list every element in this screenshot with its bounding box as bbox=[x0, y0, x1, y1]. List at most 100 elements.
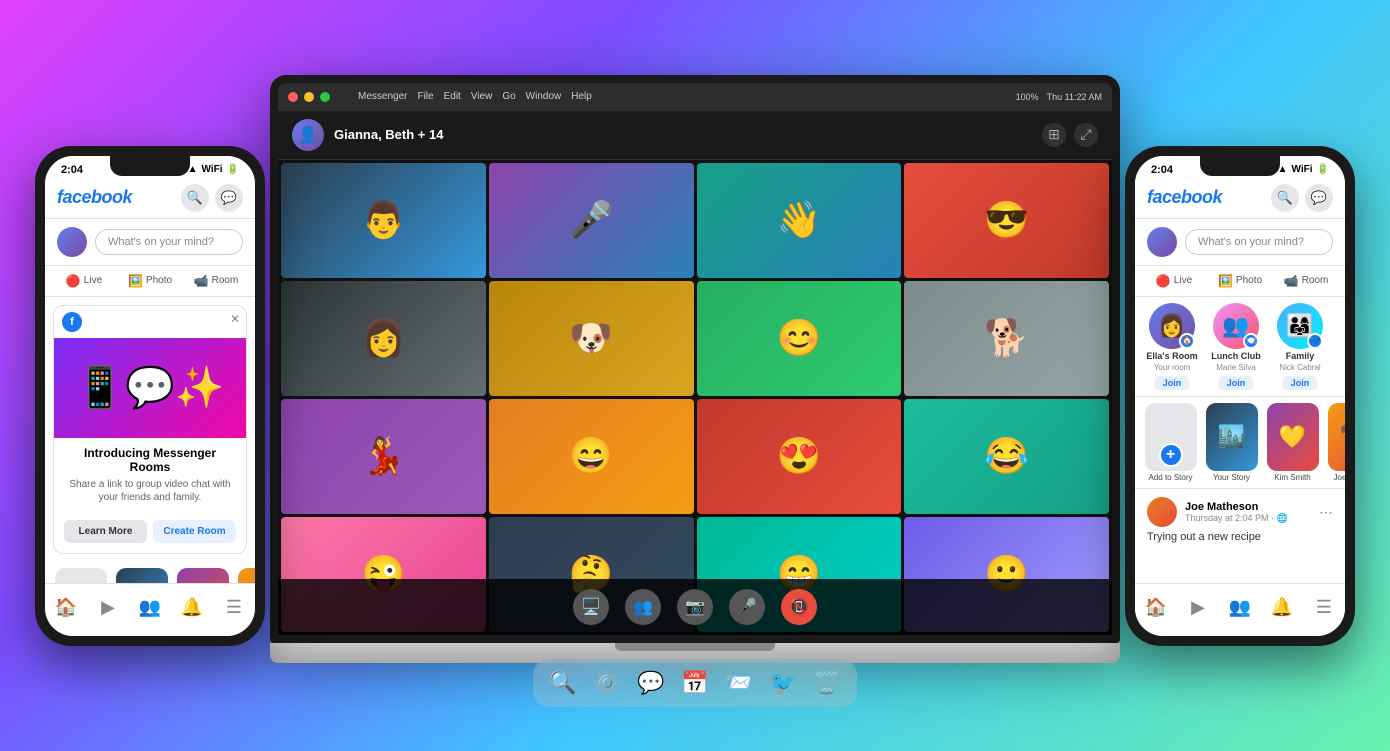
minimize-dot[interactable] bbox=[304, 92, 314, 102]
end-call-btn[interactable]: 📵 bbox=[781, 589, 817, 625]
right-post-author-avatar bbox=[1147, 497, 1177, 527]
screen-share-btn[interactable]: 🖥️ bbox=[573, 589, 609, 625]
room-fullscreen-icon[interactable]: ⤢ bbox=[1074, 123, 1098, 147]
video-grid: 👨 🎤 👋 😎 👩 🐶 😊 🐕 💃 😄 😍 😂 😜 🤔 😁 🙂 bbox=[278, 160, 1112, 635]
right-nav-menu[interactable]: ☰ bbox=[1308, 592, 1340, 624]
right-messenger-icon[interactable]: 💬 bbox=[1305, 184, 1333, 212]
right-post-author-info: Joe Matheson Thursday at 2:04 PM · 🌐 bbox=[1185, 501, 1311, 524]
room-header-icons: ⊞ ⤢ bbox=[1042, 123, 1098, 147]
right-nav-notifications[interactable]: 🔔 bbox=[1266, 592, 1298, 624]
right-story-kim[interactable]: 💛 Kim Smith bbox=[1265, 403, 1320, 483]
camera-btn[interactable]: 📷 bbox=[677, 589, 713, 625]
left-rooms-card-close[interactable]: ✕ bbox=[230, 312, 240, 326]
left-nav-menu[interactable]: ☰ bbox=[218, 592, 250, 624]
left-room-btn[interactable]: 📹 Room bbox=[185, 270, 247, 292]
dock-system-prefs[interactable]: ⚙️ bbox=[589, 665, 625, 701]
left-nav-groups[interactable]: 👥 bbox=[134, 592, 166, 624]
right-lunch-sub: Marie Silva bbox=[1216, 363, 1256, 372]
left-rooms-actions: Learn More Create Room bbox=[54, 520, 246, 553]
right-story-joel-thumb: 🐕 bbox=[1328, 403, 1346, 471]
room-header: 👤 Gianna, Beth + 14 ⊞ ⤢ bbox=[278, 111, 1112, 160]
right-story-yours[interactable]: 🏙️ Your Story bbox=[1204, 403, 1259, 483]
left-messenger-icon[interactable]: 💬 bbox=[215, 184, 243, 212]
room-title: Gianna, Beth + 14 bbox=[334, 127, 443, 142]
right-nav-home[interactable]: 🏠 bbox=[1140, 592, 1172, 624]
close-dot[interactable] bbox=[288, 92, 298, 102]
scene: 2:04 ▲▲▲ WiFi 🔋 facebook 🔍 💬 bbox=[0, 0, 1390, 751]
left-fb-header: facebook 🔍 💬 bbox=[45, 180, 255, 219]
right-add-story-label: Add to Story bbox=[1148, 474, 1192, 483]
right-room-btn[interactable]: 📹 Room bbox=[1275, 270, 1337, 292]
right-post-box: What's on your mind? bbox=[1135, 219, 1345, 266]
left-header-icons: 🔍 💬 bbox=[181, 184, 243, 212]
right-ella-join[interactable]: Join bbox=[1155, 376, 1190, 390]
left-post-input[interactable]: What's on your mind? bbox=[95, 229, 243, 255]
right-rooms-row: 👩 🏠 Ella's Room Your room Join 👥 🍽️ bbox=[1143, 303, 1337, 390]
right-nav-groups[interactable]: 👥 bbox=[1224, 592, 1256, 624]
left-search-icon[interactable]: 🔍 bbox=[181, 184, 209, 212]
mic-btn[interactable]: 🎤 bbox=[729, 589, 765, 625]
right-photo-icon: 🖼️ bbox=[1218, 274, 1233, 288]
right-lunch-join[interactable]: Join bbox=[1219, 376, 1254, 390]
right-lunch-name: Lunch Club bbox=[1211, 351, 1261, 361]
right-photo-btn[interactable]: 🖼️ Photo bbox=[1209, 270, 1271, 292]
dock-messenger[interactable]: 📨 bbox=[721, 665, 757, 701]
right-feed-post: Joe Matheson Thursday at 2:04 PM · 🌐 ⋯ T… bbox=[1135, 489, 1345, 551]
right-story-kim-thumb: 💛 bbox=[1267, 403, 1319, 471]
menu-edit[interactable]: Edit bbox=[444, 91, 461, 102]
right-search-icon[interactable]: 🔍 bbox=[1271, 184, 1299, 212]
right-photo-label: Photo bbox=[1236, 275, 1262, 286]
left-photo-btn[interactable]: 🖼️ Photo bbox=[119, 270, 181, 292]
battery-icon: 🔋 bbox=[227, 164, 239, 175]
participants-btn[interactable]: 👥 bbox=[625, 589, 661, 625]
right-stories-strip: + Add to Story 🏙️ Your Story 💛 Kim Smith… bbox=[1135, 397, 1345, 490]
left-nav-watch[interactable]: ▶ bbox=[92, 592, 124, 624]
right-post-input[interactable]: What's on your mind? bbox=[1185, 229, 1333, 255]
dock-trash[interactable]: 🗑️ bbox=[809, 665, 845, 701]
right-live-btn[interactable]: 🔴 Live bbox=[1143, 270, 1205, 292]
photo-icon: 🖼️ bbox=[128, 274, 143, 288]
live-icon: 🔴 bbox=[66, 274, 81, 288]
dock-finder[interactable]: 🔍 bbox=[545, 665, 581, 701]
left-create-room-btn[interactable]: Create Room bbox=[153, 520, 236, 543]
right-live-label: Live bbox=[1174, 275, 1192, 286]
right-status-time: 2:04 bbox=[1151, 164, 1173, 176]
left-live-btn[interactable]: 🔴 Live bbox=[53, 270, 115, 292]
right-your-story-label: Your Story bbox=[1213, 474, 1250, 483]
left-action-buttons: 🔴 Live 🖼️ Photo 📹 Room bbox=[45, 266, 255, 297]
left-nav-notifications[interactable]: 🔔 bbox=[176, 592, 208, 624]
menu-file[interactable]: File bbox=[417, 91, 433, 102]
menu-help[interactable]: Help bbox=[571, 91, 592, 102]
right-story-add[interactable]: + Add to Story bbox=[1143, 403, 1198, 483]
menu-bar-right: 100% Thu 11:22 AM bbox=[1016, 92, 1102, 102]
dock: 🔍 ⚙️ 💬 📅 📨 🐦 🗑️ bbox=[533, 659, 857, 707]
left-nav-home[interactable]: 🏠 bbox=[50, 592, 82, 624]
left-bottom-nav: 🏠 ▶ 👥 🔔 ☰ bbox=[45, 583, 255, 636]
menu-view[interactable]: View bbox=[471, 91, 493, 102]
left-rooms-title: Introducing Messenger Rooms bbox=[64, 446, 236, 474]
right-fb-header: facebook 🔍 💬 bbox=[1135, 180, 1345, 219]
video-cell-2: 🎤 bbox=[489, 163, 694, 278]
dock-twitterrific[interactable]: 🐦 bbox=[765, 665, 801, 701]
video-cell-11: 😍 bbox=[697, 399, 902, 514]
right-post-more-icon[interactable]: ⋯ bbox=[1319, 504, 1333, 521]
menu-go[interactable]: Go bbox=[502, 91, 515, 102]
dock-calendar[interactable]: 📅 bbox=[677, 665, 713, 701]
room-grid-icon[interactable]: ⊞ bbox=[1042, 123, 1066, 147]
laptop-bezel: Messenger File Edit View Go Window Help … bbox=[270, 75, 1120, 643]
right-story-joel[interactable]: 🐕 Joel Holzer bbox=[1326, 403, 1345, 483]
dock-messages[interactable]: 💬 bbox=[633, 665, 669, 701]
left-facebook-logo: facebook bbox=[57, 187, 132, 208]
right-phone-screen: 2:04 ▲▲▲ WiFi 🔋 facebook 🔍 💬 bbox=[1135, 156, 1345, 636]
right-family-name: Family bbox=[1286, 351, 1315, 361]
laptop-notch bbox=[615, 643, 775, 651]
menu-bar-text: Messenger File Edit View Go Window Help bbox=[358, 91, 592, 102]
right-room-ella: 👩 🏠 Ella's Room Your room Join bbox=[1143, 303, 1201, 390]
maximize-dot[interactable] bbox=[320, 92, 330, 102]
menu-window[interactable]: Window bbox=[526, 91, 562, 102]
right-ella-sub: Your room bbox=[1154, 363, 1191, 372]
right-family-join[interactable]: Join bbox=[1283, 376, 1318, 390]
right-nav-watch[interactable]: ▶ bbox=[1182, 592, 1214, 624]
left-learn-more-btn[interactable]: Learn More bbox=[64, 520, 147, 543]
right-post-author-name: Joe Matheson bbox=[1185, 501, 1311, 513]
